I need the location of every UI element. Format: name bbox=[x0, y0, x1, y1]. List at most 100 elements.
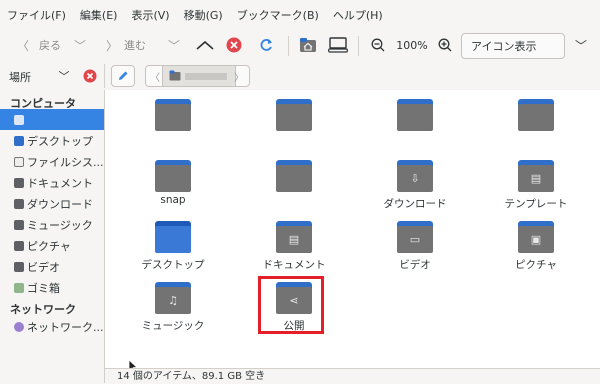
sidebar-item-label: ゴミ箱 bbox=[27, 281, 60, 295]
up-button[interactable] bbox=[194, 35, 216, 55]
toolbar: 〈 戻る ﹀ 〉 進む ﹀ 100% アイコン表示 ﹀ bbox=[0, 30, 600, 60]
music-folder-icon[interactable]: ♫ bbox=[155, 282, 191, 314]
toolbar-separator bbox=[288, 36, 289, 56]
stop-icon bbox=[226, 37, 242, 53]
music-icon bbox=[14, 219, 24, 230]
breadcrumb-right-button[interactable]: 〉 bbox=[234, 69, 244, 84]
folder-icon[interactable] bbox=[397, 99, 433, 131]
pictures-icon bbox=[14, 240, 24, 251]
menu-file[interactable]: ファイル(F) bbox=[0, 7, 73, 23]
chevron-down-icon: ﹀ bbox=[167, 38, 180, 53]
close-sidebar-button[interactable] bbox=[82, 68, 98, 84]
home-folder-icon bbox=[300, 38, 316, 52]
menubar: ファイル(F) 編集(E) 表示(V) 移動(G) ブックマーク(B) ヘルプ(… bbox=[0, 0, 600, 30]
folder-icon[interactable] bbox=[276, 160, 312, 192]
sidebar-item-home[interactable] bbox=[0, 109, 104, 130]
zoom-in-button[interactable] bbox=[436, 35, 454, 55]
menu-go[interactable]: 移動(G) bbox=[177, 7, 230, 23]
close-icon bbox=[83, 69, 97, 83]
templates-folder-icon[interactable]: ▤ bbox=[518, 160, 554, 192]
sidebar-header-label: 場所 bbox=[9, 71, 31, 84]
file-label[interactable]: ピクチャ bbox=[481, 257, 591, 272]
edit-location-button[interactable] bbox=[111, 65, 135, 87]
home-icon bbox=[14, 114, 24, 125]
chevron-left-icon: 〈 bbox=[16, 38, 29, 53]
chevron-right-icon: 〉 bbox=[105, 38, 118, 53]
sidebar-item-label: ミュージック bbox=[27, 218, 93, 232]
forward-button[interactable]: 〉 進む bbox=[98, 35, 154, 55]
sidebar-item-label: デスクトップ bbox=[27, 134, 93, 148]
file-label[interactable]: ミュージック bbox=[118, 318, 228, 333]
breadcrumb-home-segment[interactable] bbox=[162, 66, 236, 86]
sidebar: コンピュータ デスクトップ ファイルシス... ドキュメント ダウンロード ミュ… bbox=[0, 90, 105, 383]
zoom-level: 100% bbox=[396, 38, 428, 52]
separator bbox=[104, 64, 105, 88]
folder-icon[interactable] bbox=[518, 99, 554, 131]
chevron-down-icon: ﹀ bbox=[73, 38, 86, 53]
file-label[interactable]: ビデオ bbox=[360, 257, 470, 272]
downloads-icon bbox=[14, 198, 24, 209]
menu-edit[interactable]: 編集(E) bbox=[73, 7, 125, 23]
stop-button[interactable] bbox=[224, 35, 244, 55]
sidebar-item-network[interactable]: ネットワーク... bbox=[0, 316, 104, 337]
computer-button[interactable] bbox=[327, 34, 349, 56]
toolbar-separator bbox=[358, 36, 359, 56]
documents-icon bbox=[14, 177, 24, 188]
view-mode-value: アイコン表示 bbox=[471, 40, 537, 53]
documents-folder-icon[interactable]: ▤ bbox=[276, 221, 312, 253]
sidebar-item-label: ファイルシス... bbox=[27, 155, 104, 169]
folder-icon[interactable] bbox=[155, 99, 191, 131]
trash-icon bbox=[14, 282, 24, 293]
sidebar-item-label: ネットワーク... bbox=[27, 320, 104, 334]
sidebar-item-label: ダウンロード bbox=[27, 197, 93, 211]
sidebar-item-music[interactable]: ミュージック bbox=[0, 214, 104, 235]
forward-history-button[interactable]: ﹀ bbox=[166, 35, 182, 55]
redacted-username bbox=[185, 73, 227, 80]
file-label[interactable]: ダウンロード bbox=[360, 196, 470, 211]
folder-icon[interactable] bbox=[155, 160, 191, 192]
sidebar-item-videos[interactable]: ビデオ bbox=[0, 256, 104, 277]
file-label[interactable]: テンプレート bbox=[481, 196, 591, 211]
zoom-out-icon bbox=[371, 38, 385, 52]
status-bar: 14 個のアイテム、89.1 GB 空き bbox=[105, 368, 600, 383]
pictures-folder-icon[interactable]: ▣ bbox=[518, 221, 554, 253]
sidebar-mode-dropdown[interactable]: ﹀ bbox=[56, 68, 72, 84]
menu-help[interactable]: ヘルプ(H) bbox=[326, 7, 390, 23]
file-label[interactable]: snap bbox=[118, 194, 228, 206]
zoom-out-button[interactable] bbox=[369, 35, 387, 55]
desktop-folder-icon[interactable] bbox=[155, 221, 191, 253]
chevron-up-icon bbox=[196, 40, 214, 50]
breadcrumb-left-button[interactable]: 〈 bbox=[150, 69, 160, 84]
sidebar-item-downloads[interactable]: ダウンロード bbox=[0, 193, 104, 214]
sidebar-item-desktop[interactable]: デスクトップ bbox=[0, 130, 104, 151]
sidebar-item-trash[interactable]: ゴミ箱 bbox=[0, 277, 104, 298]
menu-view[interactable]: 表示(V) bbox=[124, 7, 176, 23]
back-button[interactable]: 〈 戻る bbox=[8, 35, 70, 55]
sidebar-item-label: ピクチャ bbox=[27, 239, 71, 253]
pencil-icon bbox=[119, 71, 128, 80]
reload-button[interactable] bbox=[256, 35, 276, 55]
downloads-folder-icon[interactable]: ⇩ bbox=[397, 160, 433, 192]
back-label: 戻る bbox=[39, 39, 61, 52]
reload-icon bbox=[260, 39, 272, 51]
desktop-icon bbox=[14, 135, 24, 146]
videos-folder-icon[interactable]: ▭ bbox=[397, 221, 433, 253]
file-label[interactable]: デスクトップ bbox=[118, 257, 228, 272]
chevron-down-icon: ﹀ bbox=[58, 70, 70, 83]
sidebar-item-pictures[interactable]: ピクチャ bbox=[0, 235, 104, 256]
view-mode-select[interactable]: アイコン表示 bbox=[461, 33, 565, 59]
network-section-heading: ネットワーク bbox=[10, 303, 76, 316]
folder-icon[interactable] bbox=[276, 99, 312, 131]
annotation-highlight-box bbox=[258, 276, 324, 334]
network-icon bbox=[14, 321, 24, 332]
home-button[interactable] bbox=[297, 34, 319, 56]
sidebar-item-filesystem[interactable]: ファイルシス... bbox=[0, 151, 104, 172]
view-mode-dropdown[interactable]: ﹀ bbox=[569, 35, 593, 55]
sidebar-item-documents[interactable]: ドキュメント bbox=[0, 172, 104, 193]
menu-bookmarks[interactable]: ブックマーク(B) bbox=[230, 7, 326, 23]
chevron-down-icon: ﹀ bbox=[574, 38, 587, 53]
breadcrumb: 〈 〉 bbox=[145, 65, 250, 87]
back-history-button[interactable]: ﹀ bbox=[72, 35, 88, 55]
file-label[interactable]: ドキュメント bbox=[239, 257, 349, 272]
zoom-in-icon bbox=[438, 38, 452, 52]
